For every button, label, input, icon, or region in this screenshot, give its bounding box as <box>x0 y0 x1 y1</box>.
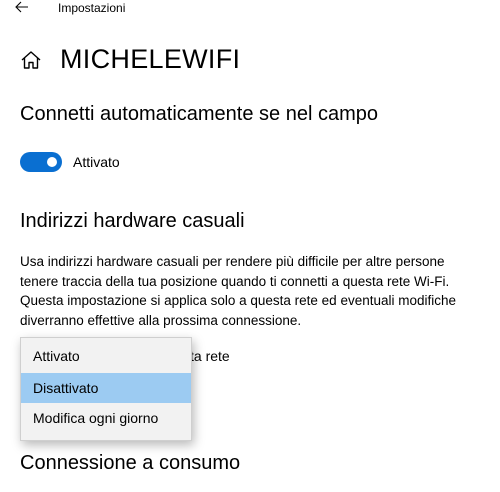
auto-connect-toggle[interactable] <box>20 152 62 172</box>
page-title: MICHELEWIFI <box>60 44 241 74</box>
dropdown-option-disattivato[interactable]: Disattivato <box>21 373 191 403</box>
back-button[interactable] <box>12 0 32 14</box>
toggle-knob <box>47 157 57 167</box>
arrow-left-icon <box>15 1 28 13</box>
hidden-setting-label: ta rete <box>190 348 230 364</box>
random-hw-heading: Indirizzi hardware casuali <box>20 210 245 232</box>
auto-connect-toggle-label: Attivato <box>73 154 120 170</box>
dropdown-option-modifica-ogni-giorno[interactable]: Modifica ogni giorno <box>21 403 191 433</box>
random-hw-description: Usa indirizzi hardware casuali per rende… <box>20 254 457 328</box>
auto-connect-heading: Connetti automaticamente se nel campo <box>20 103 378 125</box>
metered-heading: Connessione a consumo <box>20 452 241 474</box>
random-hw-dropdown[interactable]: Attivato Disattivato Modifica ogni giorn… <box>20 337 192 441</box>
dropdown-option-attivato[interactable]: Attivato <box>21 341 191 371</box>
home-icon <box>20 49 42 71</box>
app-title: Impostazioni <box>58 1 126 15</box>
